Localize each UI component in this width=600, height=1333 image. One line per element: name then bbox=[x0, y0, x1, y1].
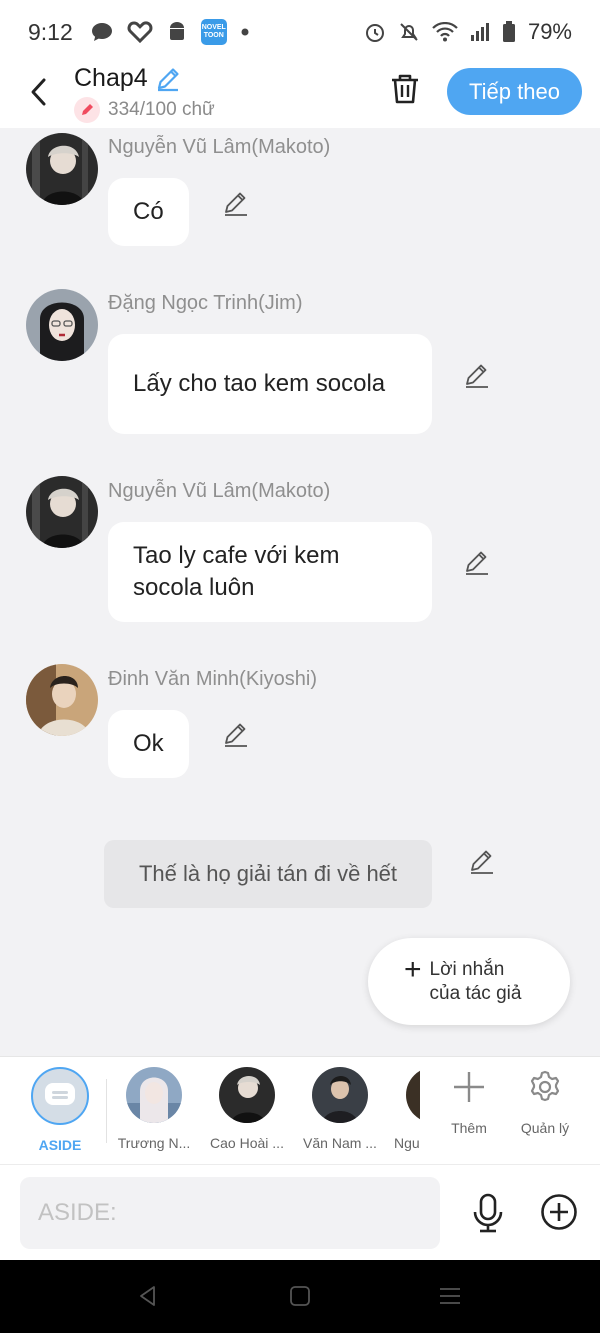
status-bar: 9:12 NOVEL TOON 79% bbox=[0, 0, 600, 64]
android-icon bbox=[169, 22, 184, 40]
battery-icon bbox=[502, 21, 515, 42]
aside-avatar bbox=[31, 1067, 89, 1125]
message-bubble[interactable]: Ok bbox=[108, 710, 189, 778]
message-text: Lấy cho tao kem socola bbox=[133, 370, 386, 397]
microphone-icon bbox=[473, 1193, 503, 1233]
aside-text: Thế là họ giải tán đi về hết bbox=[138, 861, 398, 886]
system-nav-bar bbox=[0, 1260, 600, 1333]
divider bbox=[106, 1079, 107, 1143]
character-aside[interactable]: ASIDE bbox=[17, 1067, 103, 1153]
wifi-icon bbox=[432, 22, 458, 42]
voice-input-button[interactable] bbox=[470, 1193, 506, 1233]
add-media-button[interactable] bbox=[540, 1193, 578, 1231]
aside-bubble[interactable]: Thế là họ giải tán đi về hết bbox=[104, 840, 432, 908]
speaker-name: Đặng Ngọc Trinh(Jim) bbox=[108, 292, 303, 314]
input-bar bbox=[0, 1164, 600, 1260]
character-bar: ASIDE Trương N... Cao Hoài ... Văn Nam .… bbox=[0, 1056, 600, 1164]
character-item[interactable]: Ngu bbox=[390, 1067, 420, 1151]
message-input[interactable] bbox=[20, 1177, 440, 1249]
speaker-name: Nguyễn Vũ Lâm(Makoto) bbox=[108, 136, 331, 158]
add-label: Thêm bbox=[451, 1120, 487, 1136]
message-text: Tao ly cafe với kem socola luôn bbox=[133, 542, 340, 601]
avatar-jim[interactable] bbox=[26, 289, 98, 361]
trash-icon bbox=[392, 74, 418, 104]
manage-label: Quản lý bbox=[520, 1120, 570, 1136]
character-name: Cao Hoài ... bbox=[210, 1135, 284, 1151]
alarm-icon bbox=[365, 24, 384, 42]
nav-menu-icon[interactable] bbox=[438, 1284, 462, 1308]
dot-icon bbox=[241, 28, 249, 36]
heart-link-icon bbox=[127, 21, 153, 43]
message-text: Ok bbox=[133, 730, 164, 757]
message-bubble[interactable]: Lấy cho tao kem socola bbox=[108, 334, 432, 434]
add-character-button[interactable]: Thêm bbox=[434, 1069, 504, 1136]
character-name: Trương N... bbox=[117, 1135, 191, 1151]
avatar-makoto[interactable] bbox=[26, 133, 98, 205]
gear-icon bbox=[530, 1070, 560, 1102]
chat-bubble-icon bbox=[91, 23, 112, 41]
delete-button[interactable] bbox=[388, 72, 424, 108]
character-name: ASIDE bbox=[38, 1137, 82, 1153]
character-avatar bbox=[406, 1067, 420, 1123]
character-item[interactable]: Văn Nam ... bbox=[297, 1067, 383, 1151]
author-note-button[interactable]: + Lời nhắn của tác giả bbox=[368, 938, 570, 1025]
message-bubble[interactable]: Tao ly cafe với kem socola luôn bbox=[108, 522, 432, 622]
edit-message-icon[interactable] bbox=[222, 190, 250, 218]
plus-icon bbox=[454, 1072, 484, 1102]
character-avatar bbox=[219, 1067, 275, 1123]
manage-characters-button[interactable]: Quản lý bbox=[510, 1069, 580, 1136]
nav-back-icon[interactable] bbox=[136, 1284, 160, 1308]
nav-home-icon[interactable] bbox=[288, 1284, 312, 1308]
signal-icon bbox=[470, 23, 489, 41]
character-name: Ngu bbox=[394, 1135, 420, 1151]
edit-message-icon[interactable] bbox=[463, 362, 491, 390]
speaker-name: Nguyễn Vũ Lâm(Makoto) bbox=[108, 480, 331, 502]
avatar-kiyoshi[interactable] bbox=[26, 664, 98, 736]
character-avatar bbox=[126, 1067, 182, 1123]
edit-message-icon[interactable] bbox=[463, 549, 491, 577]
next-button[interactable]: Tiếp theo bbox=[447, 68, 582, 115]
edit-aside-icon[interactable] bbox=[468, 848, 496, 876]
aside-chat-icon bbox=[45, 1083, 75, 1105]
plus-icon: + bbox=[404, 953, 422, 986]
battery-percent: 79% bbox=[527, 19, 572, 44]
edit-title-icon[interactable] bbox=[154, 65, 182, 93]
avatar-makoto[interactable] bbox=[26, 476, 98, 548]
editor-header: Chap4 334/100 chữ Tiếp theo bbox=[0, 64, 600, 128]
pencil-badge-icon bbox=[74, 97, 100, 123]
speaker-name: Đinh Văn Minh(Kiyoshi) bbox=[108, 668, 317, 690]
status-time: 9:12 bbox=[28, 18, 73, 45]
character-item[interactable]: Cao Hoài ... bbox=[204, 1067, 290, 1151]
novel-toon-icon: NOVEL TOON bbox=[200, 19, 227, 45]
edit-message-icon[interactable] bbox=[222, 721, 250, 749]
message-text: Có bbox=[133, 198, 164, 225]
chapter-title[interactable]: Chap4 bbox=[74, 64, 148, 93]
message-bubble[interactable]: Có bbox=[108, 178, 189, 246]
word-count: 334/100 chữ bbox=[108, 99, 215, 120]
mute-bell-icon bbox=[400, 23, 418, 41]
character-name: Văn Nam ... bbox=[303, 1135, 377, 1151]
back-button[interactable] bbox=[22, 72, 54, 112]
chevron-left-icon bbox=[31, 78, 46, 106]
chat-area[interactable]: Nguyễn Vũ Lâm(Makoto) Có Đặng Ngọc Trinh… bbox=[0, 128, 600, 1056]
plus-circle-icon bbox=[541, 1194, 577, 1230]
author-note-label: Lời nhắn của tác giả bbox=[429, 958, 522, 1004]
character-item[interactable]: Trương N... bbox=[111, 1067, 197, 1151]
character-avatar bbox=[312, 1067, 368, 1123]
